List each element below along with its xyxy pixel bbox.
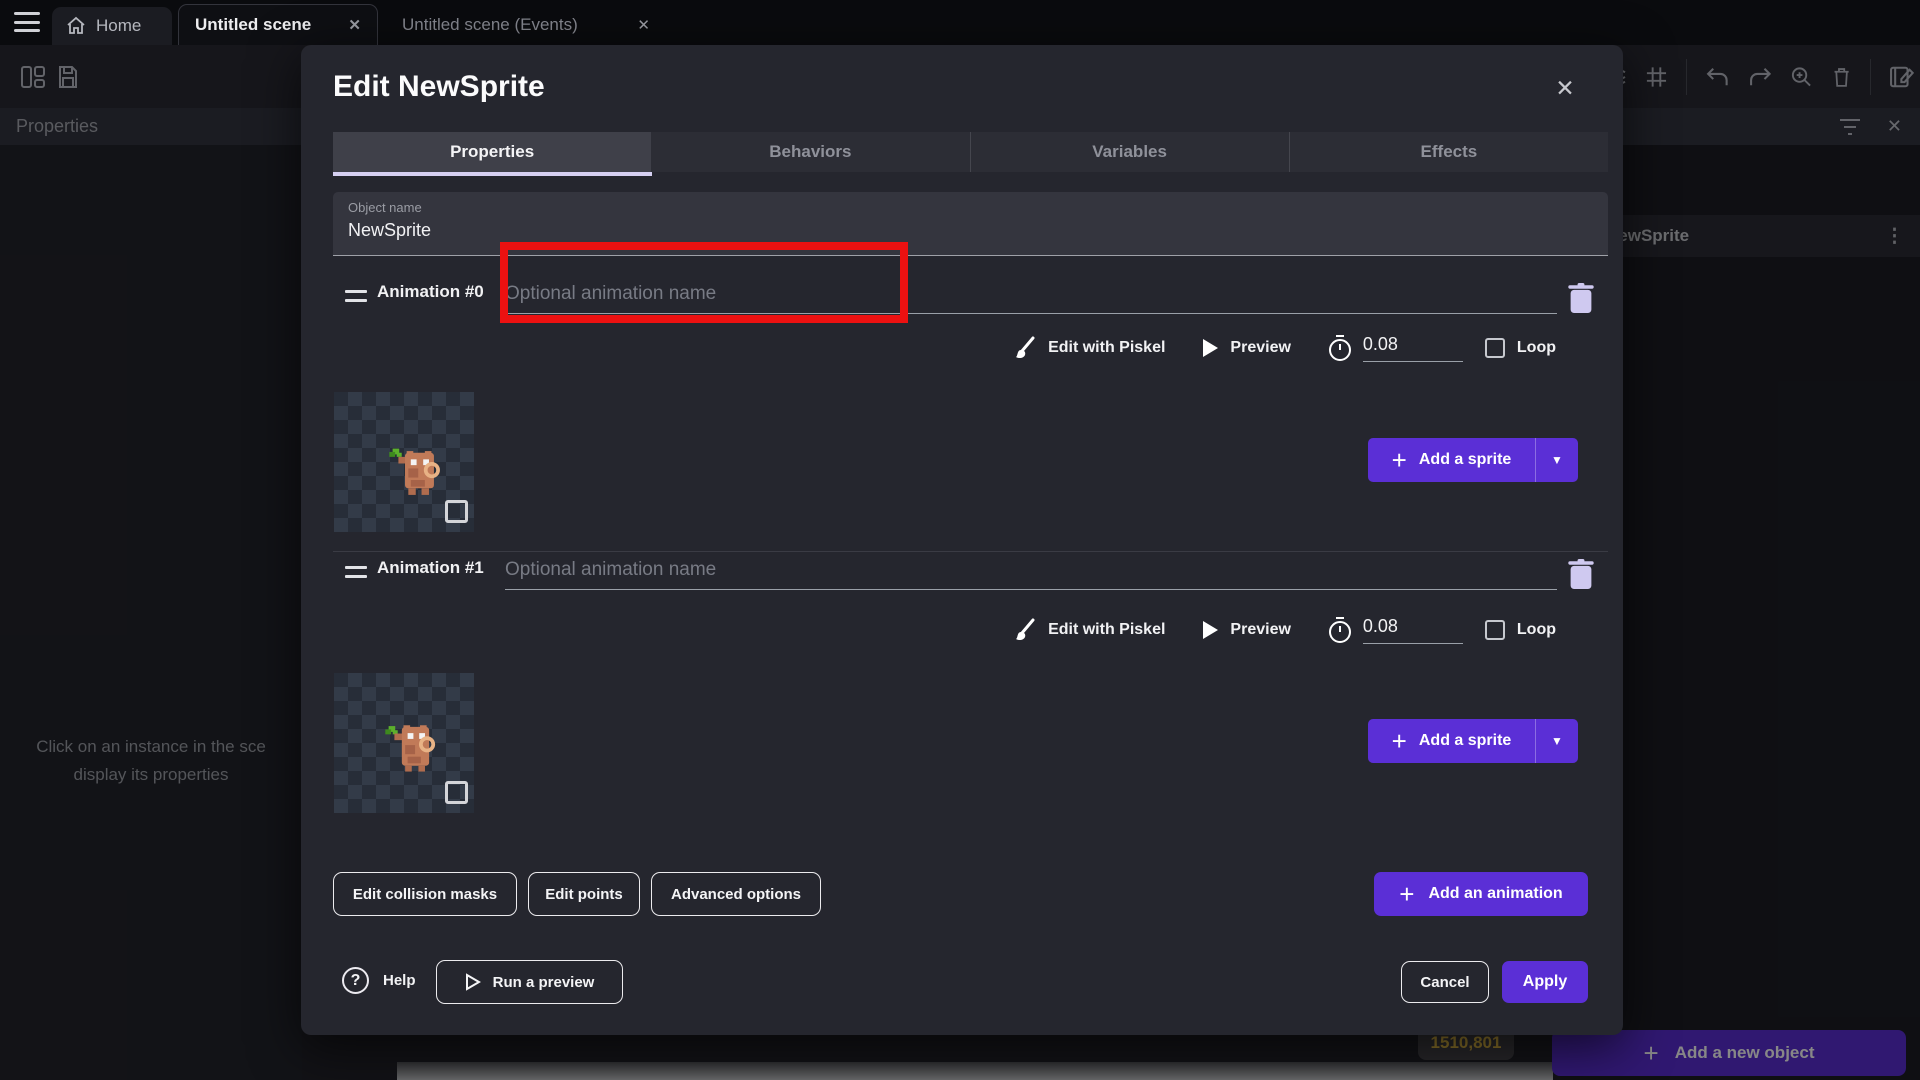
edit-with-piskel-button[interactable]: Edit with Piskel <box>1048 621 1165 639</box>
edit-with-piskel-button[interactable]: Edit with Piskel <box>1048 339 1165 357</box>
time-between-frames-input[interactable] <box>1363 616 1463 644</box>
sprite-image <box>382 717 444 779</box>
tab-untitled-scene[interactable]: Untitled scene ✕ <box>178 4 378 45</box>
add-animation-button[interactable]: + Add an animation <box>1374 872 1588 916</box>
run-a-preview-button[interactable]: Run a preview <box>436 960 623 1004</box>
play-outline-icon <box>465 973 481 991</box>
animation-controls: Edit with Piskel Preview Loop <box>1012 612 1556 648</box>
tab-variables[interactable]: Variables <box>970 132 1289 172</box>
sprite-image <box>386 442 448 504</box>
drag-handle-icon[interactable] <box>345 566 367 578</box>
tab-properties[interactable]: Properties <box>333 132 651 172</box>
app-window: Properties Click on an instance in the s… <box>0 0 1920 1080</box>
brush-icon <box>1012 336 1036 360</box>
sprite-select-checkbox[interactable] <box>445 500 468 523</box>
preview-button[interactable]: Preview <box>1230 621 1290 639</box>
edit-collision-masks-button[interactable]: Edit collision masks <box>333 872 517 916</box>
tab-events-label: Untitled scene (Events) <box>402 15 578 35</box>
delete-animation-icon[interactable] <box>1567 559 1595 589</box>
animation-label: Animation #0 <box>377 282 484 302</box>
advanced-options-button[interactable]: Advanced options <box>651 872 821 916</box>
dialog-tabs: Properties Behaviors Variables Effects <box>333 132 1608 172</box>
timer-icon <box>1327 616 1353 644</box>
timer-icon <box>1327 334 1353 362</box>
animation-controls: Edit with Piskel Preview Loop <box>1012 330 1556 366</box>
main-menu-icon[interactable] <box>14 12 40 32</box>
sprite-thumbnail[interactable] <box>334 392 474 532</box>
add-sprite-button[interactable]: + Add a sprite ▼ <box>1368 719 1578 763</box>
add-sprite-button[interactable]: + Add a sprite ▼ <box>1368 438 1578 482</box>
tab-effects[interactable]: Effects <box>1289 132 1608 172</box>
animation-name-input[interactable] <box>505 274 1557 314</box>
edit-sprite-dialog: Edit NewSprite ✕ Properties Behaviors Va… <box>301 45 1623 1035</box>
close-tab-icon[interactable]: ✕ <box>348 16 361 34</box>
plus-icon: + <box>1392 447 1407 473</box>
loop-label: Loop <box>1517 621 1556 639</box>
tab-behaviors[interactable]: Behaviors <box>651 132 969 172</box>
plus-icon: + <box>1392 728 1407 754</box>
help-label[interactable]: Help <box>383 972 416 989</box>
dialog-close-icon[interactable]: ✕ <box>1549 72 1581 104</box>
object-name-input[interactable] <box>348 220 1593 241</box>
edit-points-button[interactable]: Edit points <box>528 872 640 916</box>
help-icon[interactable]: ? <box>342 967 369 994</box>
loop-checkbox[interactable] <box>1485 338 1505 358</box>
active-tab-underline <box>333 172 652 176</box>
animation-name-input[interactable] <box>505 550 1557 590</box>
tab-scene-label: Untitled scene <box>195 15 311 35</box>
add-sprite-dropdown[interactable]: ▼ <box>1536 438 1578 482</box>
preview-button[interactable]: Preview <box>1230 339 1290 357</box>
brush-icon <box>1012 618 1036 642</box>
dialog-title: Edit NewSprite <box>333 70 545 104</box>
tab-untitled-scene-events[interactable]: Untitled scene (Events) ✕ <box>386 4 666 45</box>
play-icon <box>1203 621 1218 639</box>
loop-checkbox[interactable] <box>1485 620 1505 640</box>
plus-icon: + <box>1399 881 1414 907</box>
delete-animation-icon[interactable] <box>1567 283 1595 313</box>
tab-home[interactable]: Home <box>52 7 172 45</box>
tab-home-label: Home <box>96 16 141 36</box>
object-name-label: Object name <box>348 200 1593 215</box>
sprite-select-checkbox[interactable] <box>445 781 468 804</box>
close-tab-icon[interactable]: ✕ <box>637 16 650 34</box>
time-between-frames-input[interactable] <box>1363 334 1463 362</box>
animation-label: Animation #1 <box>377 558 484 578</box>
object-name-field[interactable]: Object name <box>333 192 1608 256</box>
add-sprite-dropdown[interactable]: ▼ <box>1536 719 1578 763</box>
cancel-button[interactable]: Cancel <box>1401 961 1489 1003</box>
sprite-thumbnail[interactable] <box>334 673 474 813</box>
drag-handle-icon[interactable] <box>345 290 367 302</box>
home-icon <box>66 16 86 36</box>
loop-label: Loop <box>1517 339 1556 357</box>
top-tab-bar: Home Untitled scene ✕ Untitled scene (Ev… <box>0 0 1920 45</box>
play-icon <box>1203 339 1218 357</box>
apply-button[interactable]: Apply <box>1502 961 1588 1003</box>
